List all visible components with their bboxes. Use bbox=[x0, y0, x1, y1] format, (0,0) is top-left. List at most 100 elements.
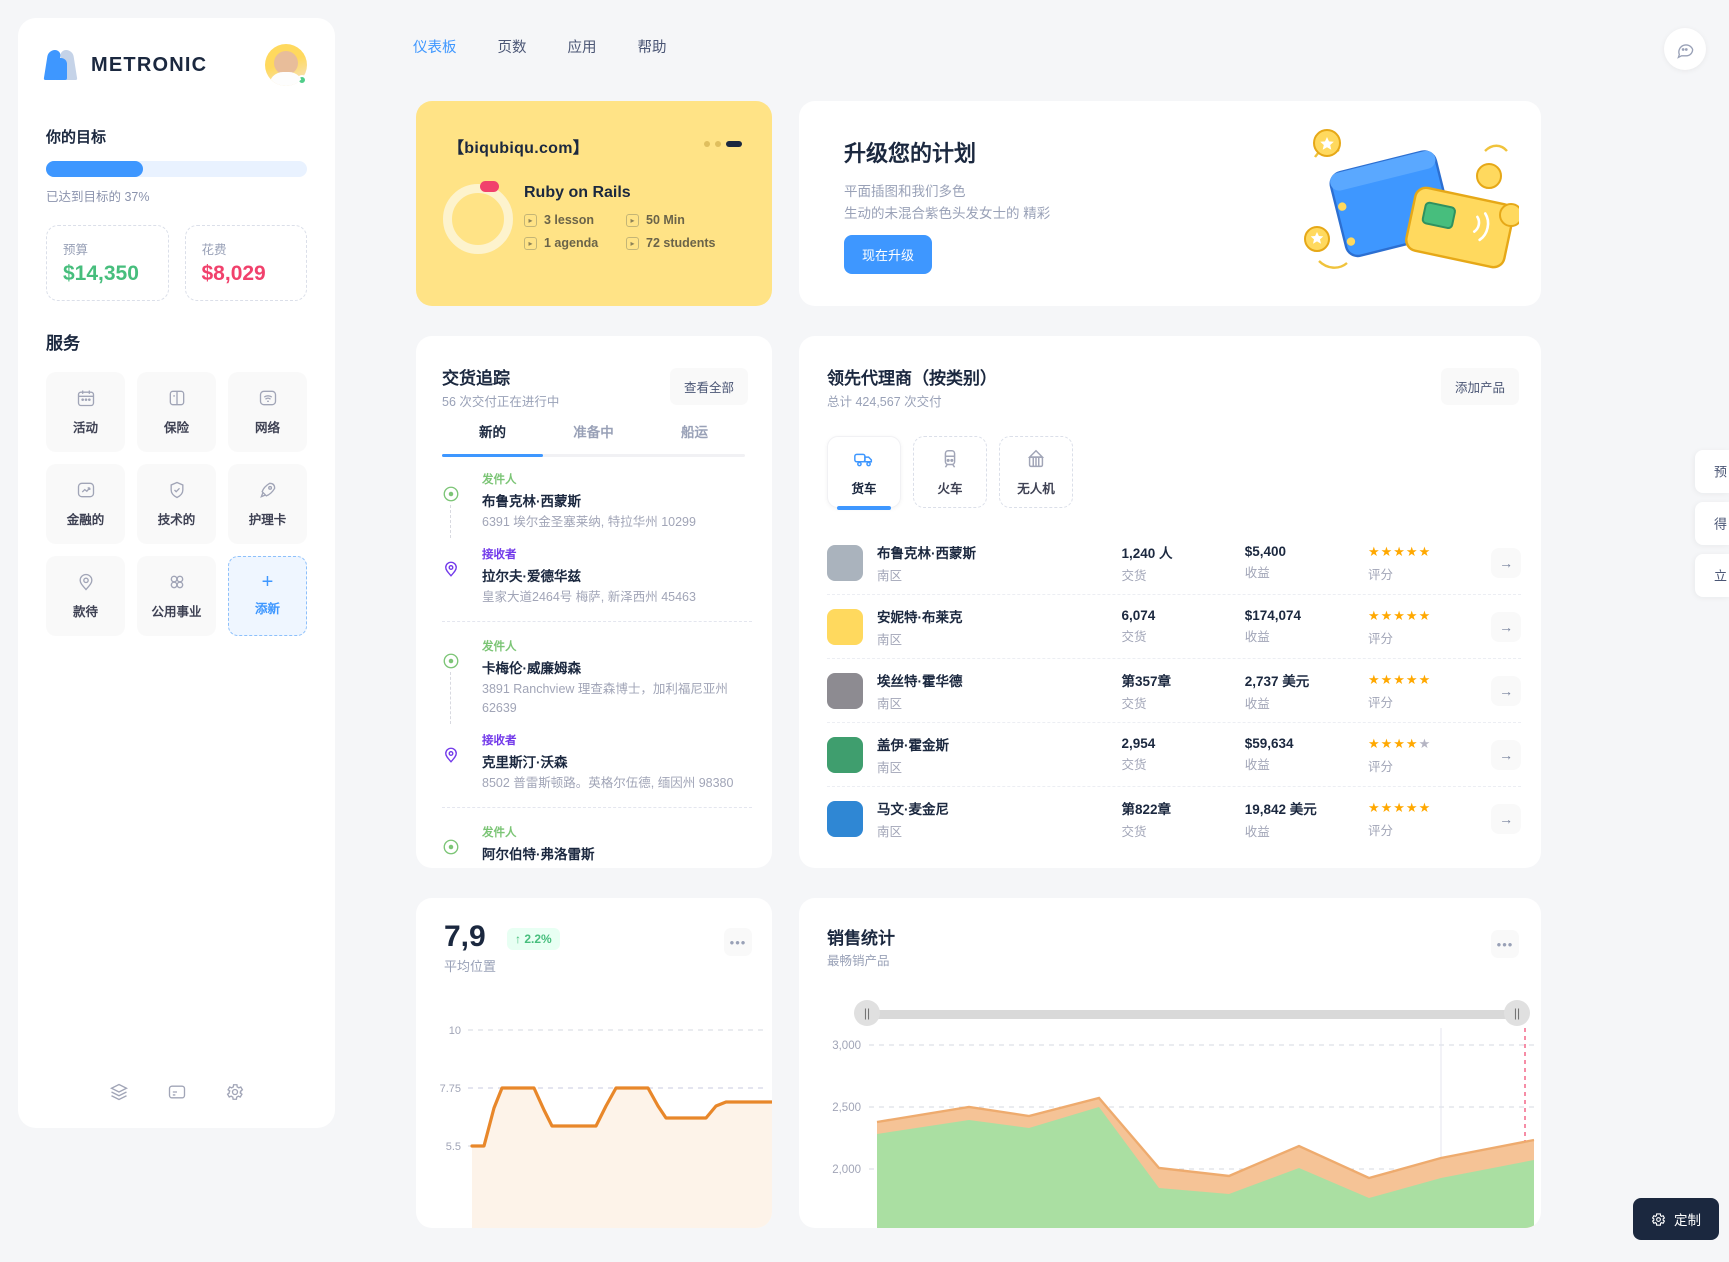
rocket-icon bbox=[258, 480, 278, 500]
edge-tab-3[interactable]: 立 bbox=[1695, 554, 1729, 597]
tracking-node: 接收者 拉尔夫·爱德华兹 皇家大道2464号 梅萨, 新泽西州 45463 bbox=[445, 546, 752, 607]
tracking-kind: 发件人 bbox=[482, 827, 517, 839]
agents-subtitle: 总计 424,567 次交付 bbox=[827, 395, 942, 409]
avatar[interactable] bbox=[265, 44, 307, 86]
agents-title: 领先代理商（按类别） bbox=[827, 369, 997, 388]
receiver-pin-icon bbox=[442, 560, 460, 578]
ellipsis-icon: ••• bbox=[1496, 936, 1514, 952]
service-tile-utilities[interactable]: 公用事业 bbox=[137, 556, 216, 636]
svg-text:7.75: 7.75 bbox=[440, 1083, 461, 1095]
chat-button[interactable] bbox=[1664, 28, 1706, 70]
range-slider[interactable]: || || bbox=[854, 1000, 1530, 1026]
tab-preparing[interactable]: 准备中 bbox=[543, 421, 644, 454]
document-icon[interactable] bbox=[167, 1082, 187, 1102]
chart-up-icon bbox=[76, 480, 96, 500]
service-tile-network[interactable]: 网络 bbox=[228, 372, 307, 452]
agents-table: 布鲁克林·西蒙斯 南区 1,240 人交货 $5,400 收益 ★★★★★ 评分 →… bbox=[827, 531, 1521, 851]
tracking-kind: 发件人 bbox=[482, 474, 517, 486]
customize-button[interactable]: 定制 bbox=[1633, 1198, 1719, 1240]
location-pin-icon bbox=[76, 572, 96, 592]
goal-progress-fill bbox=[46, 161, 143, 177]
service-tile-care[interactable]: 护理卡 bbox=[228, 464, 307, 544]
add-product-button[interactable]: 添加产品 bbox=[1440, 368, 1519, 405]
nav-item-help[interactable]: 帮助 bbox=[638, 36, 667, 57]
service-tile-hospitality[interactable]: 款待 bbox=[46, 556, 125, 636]
table-row[interactable]: 埃丝特·霍华德 南区 第357章 交货 2,737 美元 收益 ★★★★★ 评分 → bbox=[827, 659, 1521, 723]
arrow-right-icon: → bbox=[1499, 682, 1514, 699]
tab-new[interactable]: 新的 bbox=[442, 421, 543, 454]
upgrade-now-button[interactable]: 现在升级 bbox=[844, 235, 933, 274]
card-menu-button[interactable]: ••• bbox=[1491, 930, 1519, 958]
table-row[interactable]: 安妮特·布莱克 南区 6,074 交货 $174,074 收益 ★★★★★ 评分 → bbox=[827, 595, 1521, 659]
layers-icon[interactable] bbox=[109, 1082, 129, 1102]
chat-bubble-icon bbox=[1676, 40, 1695, 59]
agent-delivery-value: 2,954 bbox=[1121, 736, 1156, 751]
mode-tab-drone[interactable]: 无人机 bbox=[999, 436, 1073, 508]
nav-item-pages[interactable]: 页数 bbox=[498, 36, 527, 57]
svg-text:10: 10 bbox=[449, 1025, 461, 1037]
tracking-dashed-line bbox=[450, 672, 451, 724]
agent-delivery-key: 交货 bbox=[1121, 568, 1147, 583]
service-tile-add-new[interactable]: + 添新 bbox=[228, 556, 307, 636]
spent-value: $8,029 bbox=[201, 262, 266, 285]
card-menu-button[interactable]: ••• bbox=[724, 928, 752, 956]
view-all-button[interactable]: 查看全部 bbox=[669, 368, 748, 405]
avatar bbox=[827, 736, 863, 773]
agent-revenue-value: $5,400 bbox=[1244, 544, 1287, 559]
delivery-title: 交货追踪 bbox=[442, 369, 510, 388]
average-position-chart: 10 7.75 5.5 bbox=[416, 1010, 772, 1228]
row-arrow-button[interactable]: → bbox=[1491, 804, 1521, 834]
goal-progress-bar bbox=[46, 161, 307, 177]
slider-handle-left[interactable]: || bbox=[854, 1000, 880, 1026]
brand[interactable]: METRONIC bbox=[43, 50, 207, 80]
agent-name: 布鲁克林·西蒙斯 bbox=[877, 545, 976, 561]
edge-tab-1[interactable]: 预 bbox=[1695, 450, 1729, 493]
nav-item-dashboard[interactable]: 仪表板 bbox=[413, 36, 457, 57]
svg-text:3,000: 3,000 bbox=[832, 1040, 861, 1052]
sidebar-footer bbox=[18, 1082, 335, 1102]
dashboard-page: METRONIC 你的目标 已达到目标的 37% 预算 $14,350 花费 $… bbox=[0, 0, 1729, 1262]
tracking-group: 发件人 卡梅伦·威廉姆森 3891 Ranchview 理查森博士，加利福尼亚州… bbox=[442, 638, 752, 808]
service-tile-financial[interactable]: 金融的 bbox=[46, 464, 125, 544]
slider-handle-right[interactable]: || bbox=[1504, 1000, 1530, 1026]
play-box-icon: ▸ bbox=[524, 213, 537, 227]
sidebar: METRONIC 你的目标 已达到目标的 37% 预算 $14,350 花费 $… bbox=[18, 18, 335, 1128]
tab-underline bbox=[442, 454, 745, 457]
table-row[interactable]: 马文·麦金尼 南区 第822章 交货 19,842 美元 收益 ★★★★★ 评分 → bbox=[827, 787, 1521, 851]
tracking-name: 布鲁克林·西蒙斯 bbox=[482, 494, 581, 509]
average-position-card: 7,9 ↑ 2.2% 平均位置 ••• 10 7.75 5.5 bbox=[416, 898, 772, 1228]
tracking-group: 发件人 布鲁克林·西蒙斯 6391 埃尔金圣塞莱纳, 特拉华州 10299 接收… bbox=[442, 471, 752, 622]
carousel-dots[interactable] bbox=[704, 141, 742, 147]
nav-item-apps[interactable]: 应用 bbox=[568, 36, 597, 57]
mode-tab-truck[interactable]: 货车 bbox=[827, 436, 901, 510]
row-arrow-button[interactable]: → bbox=[1491, 547, 1521, 578]
tab-shipping[interactable]: 船运 bbox=[644, 421, 745, 454]
service-tile-technical[interactable]: 技术的 bbox=[137, 464, 216, 544]
row-arrow-button[interactable]: → bbox=[1491, 739, 1521, 770]
agent-rating-key: 评分 bbox=[1367, 631, 1393, 646]
service-tile-insurance[interactable]: 保险 bbox=[137, 372, 216, 452]
row-arrow-button[interactable]: → bbox=[1491, 675, 1521, 706]
right-edge-tabs: 预 得 立 bbox=[1695, 450, 1729, 597]
table-row[interactable]: 布鲁克林·西蒙斯 南区 1,240 人交货 $5,400 收益 ★★★★★ 评分 → bbox=[827, 531, 1521, 595]
plus-icon: + bbox=[261, 571, 274, 593]
row-arrow-button[interactable]: → bbox=[1491, 611, 1521, 642]
agent-name: 马文·麦金尼 bbox=[877, 802, 949, 817]
table-row[interactable]: 盖伊·霍金斯 南区 2,954 交货 $59,634 收益 ★★★★★ 评分 → bbox=[827, 723, 1521, 787]
agent-name: 埃丝特·霍华德 bbox=[877, 673, 963, 689]
service-label: 网络 bbox=[254, 421, 280, 435]
mode-tab-train[interactable]: 火车 bbox=[913, 436, 987, 508]
agent-delivery-value: 6,074 bbox=[1121, 608, 1156, 623]
gear-icon[interactable] bbox=[225, 1082, 245, 1102]
agent-revenue-key: 收益 bbox=[1244, 630, 1270, 644]
sender-circle-icon bbox=[442, 838, 460, 856]
agent-delivery-key: 交货 bbox=[1121, 696, 1147, 711]
svg-text:2,000: 2,000 bbox=[832, 1164, 861, 1176]
average-position-label: 平均位置 bbox=[444, 959, 497, 974]
service-tile-activity[interactable]: 活动 bbox=[46, 372, 125, 452]
avatar bbox=[827, 801, 863, 837]
grid-dots-icon bbox=[167, 572, 187, 592]
tracking-address: 8502 普雷斯顿路。英格尔伍德, 缅因州 98380 bbox=[482, 776, 734, 790]
edge-tab-2[interactable]: 得 bbox=[1695, 502, 1729, 545]
agent-region: 南区 bbox=[877, 632, 903, 647]
